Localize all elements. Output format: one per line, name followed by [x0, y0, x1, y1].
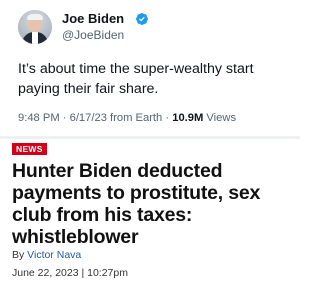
author-link[interactable]: Victor Nava	[27, 249, 81, 261]
views-label: Views	[203, 112, 237, 124]
tweet-card: Joe Biden @JoeBiden It’s about time the …	[0, 0, 300, 135]
tweet-text: It’s about time the super-wealthy start …	[18, 61, 254, 97]
article-headline[interactable]: Hunter Biden deducted payments to prosti…	[12, 160, 296, 248]
author-name[interactable]: Joe Biden	[62, 11, 124, 27]
tweet-timestamp[interactable]: 9:48 PM · 6/17/23 from Earth ·	[18, 112, 172, 124]
views-count: 10.9M	[172, 112, 204, 124]
tweet-meta: 9:48 PM · 6/17/23 from Earth · 10.9M Vie…	[18, 111, 288, 125]
news-article: NEWS Hunter Biden deducted payments to p…	[0, 139, 300, 289]
article-byline: By Victor Nava	[12, 249, 81, 262]
author-handle[interactable]: @JoeBiden	[62, 28, 124, 43]
section-badge[interactable]: NEWS	[12, 143, 47, 155]
byline-prefix: By	[12, 249, 28, 261]
article-date: June 22, 2023 | 10:27pm	[12, 267, 128, 279]
verified-badge-icon	[136, 13, 148, 25]
avatar[interactable]	[18, 10, 52, 44]
